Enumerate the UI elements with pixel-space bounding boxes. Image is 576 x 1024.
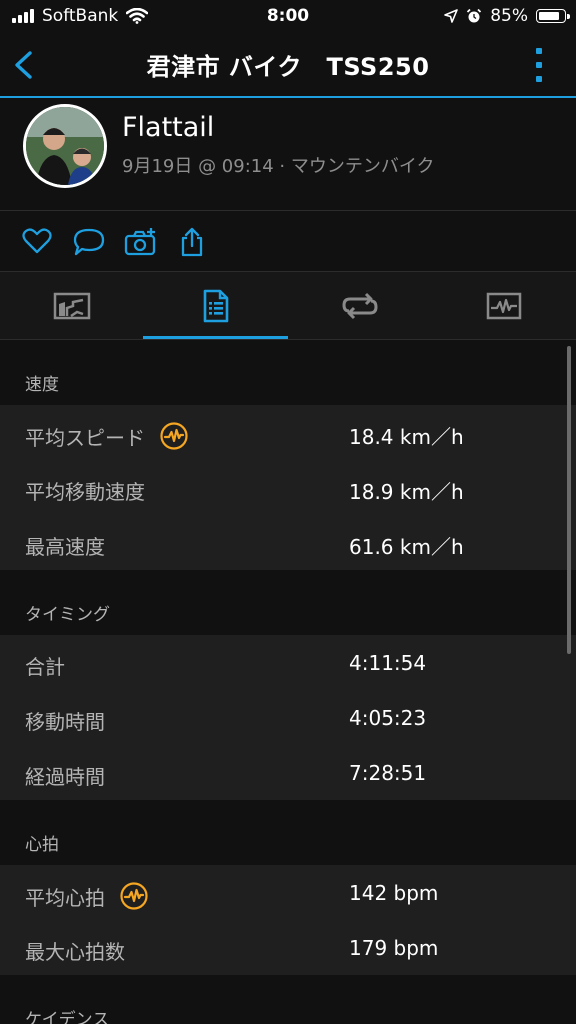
section-rows: 合計 4:11:54 移動時間 4:05:23 経過時間 7:28:51 bbox=[0, 635, 576, 800]
stat-label: 最高速度 bbox=[25, 535, 105, 559]
alarm-clock-icon bbox=[467, 8, 482, 23]
wifi-icon bbox=[126, 8, 149, 24]
section-header: ケイデンス bbox=[0, 975, 576, 1024]
section-header: 心拍 bbox=[0, 800, 576, 865]
activity-header: Flattail 9月19日 @ 09:14 · マウンテンバイク bbox=[0, 98, 576, 211]
stat-value: 4:11:54 bbox=[349, 651, 427, 675]
stat-label: 合計 bbox=[25, 655, 65, 679]
stat-label: 平均スピード bbox=[25, 425, 145, 450]
stat-label-container: 平均心拍 bbox=[25, 881, 149, 911]
tab-stats[interactable] bbox=[144, 272, 288, 340]
stat-row: 移動時間 4:05:23 bbox=[0, 690, 576, 745]
cellular-signal-icon bbox=[12, 9, 34, 23]
stat-label-container: 最大心拍数 bbox=[25, 936, 125, 965]
stat-value: 4:05:23 bbox=[349, 706, 427, 730]
more-options-icon[interactable] bbox=[534, 48, 544, 82]
stat-value: 61.6 km／h bbox=[349, 535, 464, 559]
add-photo-camera-icon[interactable] bbox=[124, 227, 158, 257]
section-title: タイミング bbox=[25, 605, 110, 625]
carrier-name: SoftBank bbox=[42, 6, 119, 26]
scrollbar[interactable] bbox=[567, 346, 571, 654]
action-bar bbox=[0, 211, 576, 272]
stat-row: 平均スピード 18.4 km／h bbox=[0, 405, 576, 460]
section-title: 速度 bbox=[25, 375, 59, 395]
stat-label: 平均移動速度 bbox=[25, 480, 145, 504]
stats-list[interactable]: 速度平均スピード 18.4 km／h 平均移動速度 18.9 km／h 最高速度 61.6… bbox=[0, 340, 576, 1024]
stat-label: 平均心拍 bbox=[25, 885, 105, 910]
stat-label: 経過時間 bbox=[25, 765, 105, 789]
section-rows: 平均スピード 18.4 km／h 平均移動速度 18.9 km／h 最高速度 61.6 k… bbox=[0, 405, 576, 570]
stat-label-container: 最高速度 bbox=[25, 531, 105, 560]
activity-tabs bbox=[0, 272, 576, 340]
stat-label-container: 移動時間 bbox=[25, 706, 105, 735]
status-left: SoftBank bbox=[12, 6, 149, 26]
page-title: 君津市 バイク TSS250 bbox=[146, 52, 430, 81]
status-right: 85% bbox=[444, 6, 570, 26]
stat-value: 142 bpm bbox=[349, 881, 439, 905]
stat-row: 平均心拍 142 bpm bbox=[0, 865, 576, 920]
stat-label-container: 平均移動速度 bbox=[25, 476, 145, 505]
stat-label: 移動時間 bbox=[25, 710, 105, 734]
avatar-photo bbox=[26, 107, 104, 185]
section-header: 速度 bbox=[0, 340, 576, 405]
user-name[interactable]: Flattail bbox=[122, 112, 214, 143]
back-chevron-icon[interactable] bbox=[12, 50, 36, 80]
like-heart-icon[interactable] bbox=[22, 227, 52, 255]
stat-row: 平均移動速度 18.9 km／h bbox=[0, 460, 576, 515]
stat-row: 合計 4:11:54 bbox=[0, 635, 576, 690]
performance-activity-icon[interactable] bbox=[159, 421, 189, 451]
stat-label-container: 合計 bbox=[25, 651, 65, 680]
stat-row: 経過時間 7:28:51 bbox=[0, 745, 576, 800]
stat-value: 18.4 km／h bbox=[349, 425, 464, 449]
stats-document-icon bbox=[203, 289, 229, 323]
section-title: ケイデンス bbox=[25, 1010, 110, 1024]
battery-percent: 85% bbox=[490, 6, 528, 26]
section-title: 心拍 bbox=[25, 835, 59, 855]
nav-bar: 君津市 バイク TSS250 bbox=[0, 32, 576, 98]
tab-overview[interactable] bbox=[0, 272, 144, 340]
battery-fill bbox=[539, 12, 559, 20]
overview-chart-icon bbox=[53, 292, 91, 320]
tab-graphs[interactable] bbox=[432, 272, 576, 340]
graph-waveform-icon bbox=[486, 292, 522, 320]
stat-value: 18.9 km／h bbox=[349, 480, 464, 504]
section-rows: 平均心拍 142 bpm 最大心拍数 179 bpm bbox=[0, 865, 576, 975]
stat-label-container: 平均スピード bbox=[25, 421, 189, 451]
stat-row: 最高速度 61.6 km／h bbox=[0, 515, 576, 570]
stat-label-container: 経過時間 bbox=[25, 761, 105, 790]
stat-row: 最大心拍数 179 bpm bbox=[0, 920, 576, 975]
stat-value: 7:28:51 bbox=[349, 761, 427, 785]
share-icon[interactable] bbox=[180, 227, 204, 257]
activity-meta: 9月19日 @ 09:14 · マウンテンバイク bbox=[122, 156, 435, 177]
stat-value: 179 bpm bbox=[349, 936, 439, 960]
comment-bubble-icon[interactable] bbox=[73, 227, 105, 257]
tab-laps[interactable] bbox=[288, 272, 432, 340]
section-header: タイミング bbox=[0, 570, 576, 635]
active-tab-indicator bbox=[143, 336, 288, 339]
battery-icon bbox=[536, 9, 570, 23]
stat-label: 最大心拍数 bbox=[25, 940, 125, 964]
performance-activity-icon[interactable] bbox=[119, 881, 149, 911]
avatar[interactable] bbox=[23, 104, 107, 188]
status-bar: SoftBank 8:00 85% bbox=[0, 0, 576, 32]
location-arrow-icon bbox=[444, 9, 459, 23]
laps-loop-icon bbox=[342, 292, 378, 320]
